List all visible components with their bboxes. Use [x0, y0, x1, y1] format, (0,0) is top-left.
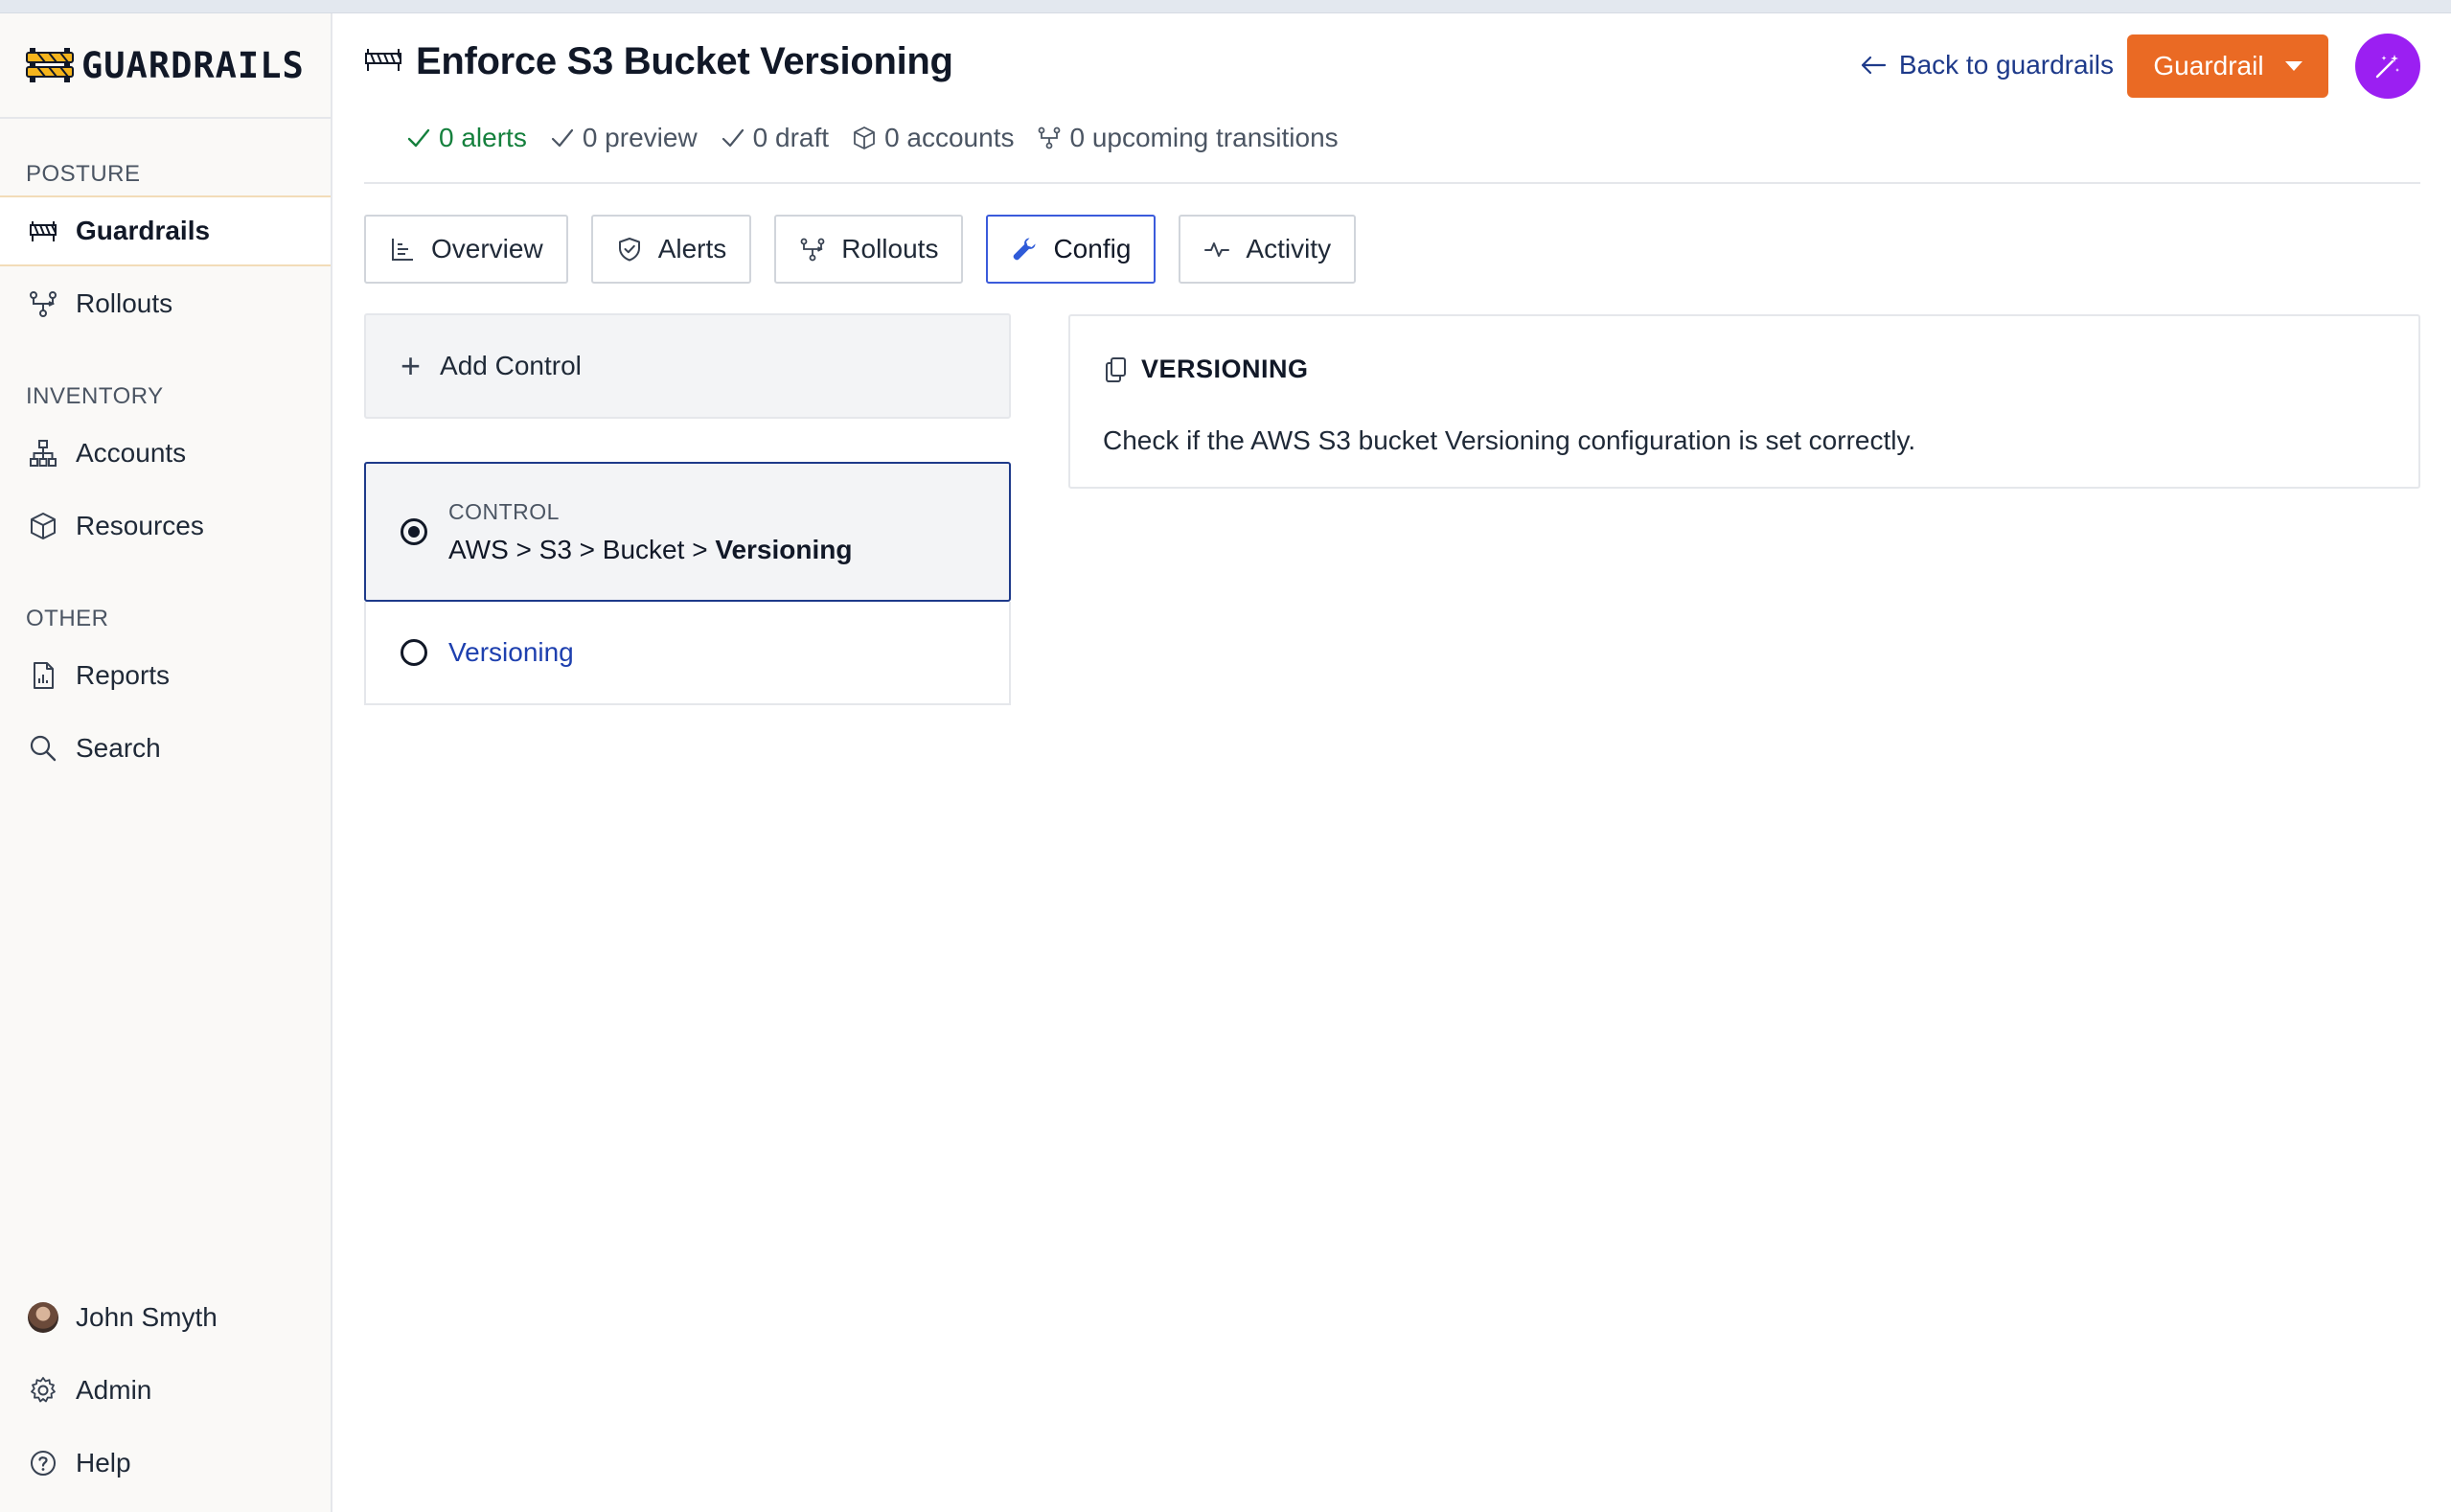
barrier-icon	[26, 214, 60, 248]
header-divider	[364, 182, 2420, 184]
detail-description: Check if the AWS S3 bucket Versioning co…	[1103, 425, 1916, 455]
control-type-label: CONTROL	[448, 498, 560, 524]
sidebar-item-rollouts[interactable]: Rollouts	[0, 268, 331, 339]
tab-rollouts[interactable]: Rollouts	[774, 215, 964, 284]
stat-accounts[interactable]: 0 accounts	[852, 123, 1014, 153]
search-icon	[26, 731, 60, 766]
tab-alerts[interactable]: Alerts	[590, 215, 752, 284]
rollouts-icon	[26, 286, 60, 321]
chart-icon	[392, 239, 413, 261]
sidebar-item-label: Accounts	[76, 438, 187, 468]
sidebar-item-accounts[interactable]: Accounts	[0, 418, 331, 489]
accounts-icon	[26, 436, 60, 470]
stat-alerts-label: 0 alerts	[439, 123, 527, 152]
sidebar-item-admin[interactable]: Admin	[0, 1355, 331, 1426]
stat-draft[interactable]: 0 draft	[721, 123, 829, 153]
page-header: Enforce S3 Bucket Versioning	[364, 40, 953, 83]
radio-empty-icon[interactable]	[401, 639, 427, 666]
control-tree-item-child[interactable]: Versioning	[364, 602, 1011, 705]
versioning-link[interactable]: Versioning	[448, 637, 574, 668]
add-control-button[interactable]: + Add Control	[364, 313, 1011, 419]
sidebar-item-label: Search	[76, 733, 161, 763]
sidebar-item-search[interactable]: Search	[0, 713, 331, 784]
brand-name: GUARDRAILS	[81, 44, 305, 86]
stat-accounts-label: 0 accounts	[884, 123, 1015, 152]
main-content: Enforce S3 Bucket Versioning Back to gua…	[364, 13, 2420, 1512]
magic-wand-icon	[2375, 55, 2399, 79]
radio-selected-icon[interactable]	[401, 518, 427, 545]
stat-transitions-label: 0 upcoming transitions	[1069, 123, 1339, 152]
tab-bar: Overview Alerts Rollouts Config Activity	[364, 215, 1379, 284]
sidebar-item-label: Rollouts	[76, 288, 173, 318]
guardrail-dropdown-button[interactable]: Guardrail	[2127, 34, 2328, 98]
detail-header: VERSIONING	[1103, 355, 1309, 384]
stat-preview-label: 0 preview	[582, 123, 698, 152]
stat-draft-label: 0 draft	[752, 123, 830, 152]
tab-label: Alerts	[657, 234, 727, 263]
cube-icon	[854, 126, 875, 149]
control-detail-panel: VERSIONING Check if the AWS S3 bucket Ve…	[1068, 314, 2420, 489]
sidebar-item-label: Resources	[76, 511, 204, 540]
stat-preview[interactable]: 0 preview	[550, 123, 698, 153]
rollouts-icon	[1039, 126, 1061, 149]
add-control-label: Add Control	[440, 351, 582, 380]
sidebar-item-label: John Smyth	[76, 1302, 218, 1332]
tab-activity[interactable]: Activity	[1179, 215, 1357, 284]
gear-icon	[26, 1373, 60, 1408]
barrier-icon	[364, 46, 402, 78]
stat-transitions[interactable]: 0 upcoming transitions	[1037, 123, 1339, 153]
tab-overview[interactable]: Overview	[364, 215, 568, 284]
sidebar-item-label: Reports	[76, 660, 171, 690]
control-path-prefix: AWS > S3 > Bucket >	[448, 534, 716, 564]
tab-label: Overview	[431, 234, 543, 263]
plus-icon: +	[401, 346, 422, 385]
pulse-icon	[1204, 242, 1230, 257]
back-to-guardrails-link[interactable]: Back to guardrails	[1859, 50, 2114, 80]
tab-config[interactable]: Config	[986, 215, 1157, 284]
section-other: OTHER	[26, 606, 109, 631]
check-icon	[551, 128, 573, 148]
browser-top-strip	[0, 0, 2451, 13]
sidebar-item-label: Admin	[76, 1375, 152, 1405]
check-icon	[407, 128, 430, 148]
control-path-last: Versioning	[715, 534, 853, 564]
check-icon	[722, 128, 744, 148]
brand-logo[interactable]: GUARDRAILS	[0, 13, 331, 119]
tab-label: Config	[1053, 234, 1132, 263]
guardrails-logo-icon	[26, 48, 74, 82]
arrow-left-icon	[1861, 56, 1886, 75]
sidebar-item-help[interactable]: Help	[0, 1428, 331, 1499]
page-title: Enforce S3 Bucket Versioning	[416, 40, 953, 82]
sidebar-item-guardrails[interactable]: Guardrails	[0, 195, 331, 266]
sidebar-item-resources[interactable]: Resources	[0, 491, 331, 561]
guardrail-button-label: Guardrail	[2153, 51, 2264, 80]
cube-icon	[26, 509, 60, 543]
tab-label: Rollouts	[841, 234, 939, 263]
sidebar: GUARDRAILS POSTURE Guardrails Rollouts I…	[0, 13, 332, 1512]
stat-alerts[interactable]: 0 alerts	[406, 123, 527, 153]
avatar	[26, 1300, 60, 1335]
detail-title: VERSIONING	[1141, 355, 1309, 383]
control-tree-item-selected[interactable]: CONTROL AWS > S3 > Bucket > Versioning	[364, 462, 1011, 602]
section-inventory: INVENTORY	[26, 383, 164, 409]
help-icon	[26, 1446, 60, 1480]
caret-down-icon	[2284, 61, 2302, 71]
control-path: AWS > S3 > Bucket > Versioning	[448, 535, 852, 565]
sidebar-item-label: Guardrails	[76, 216, 211, 245]
sidebar-item-label: Help	[76, 1448, 131, 1478]
copy-icon	[1106, 356, 1126, 382]
sidebar-item-user[interactable]: John Smyth	[0, 1282, 331, 1353]
control-tree: CONTROL AWS > S3 > Bucket > Versioning V…	[364, 462, 1011, 705]
tab-label: Activity	[1246, 234, 1332, 263]
rollouts-icon	[800, 238, 825, 262]
report-icon	[26, 658, 60, 693]
ai-assistant-button[interactable]	[2355, 34, 2420, 99]
wrench-icon	[1014, 238, 1036, 261]
sidebar-item-reports[interactable]: Reports	[0, 640, 331, 711]
back-link-label: Back to guardrails	[1898, 50, 2114, 80]
section-posture: POSTURE	[26, 161, 141, 187]
shield-icon	[618, 238, 640, 262]
guardrail-stats: 0 alerts 0 preview 0 draft 0 accounts 0 …	[406, 123, 1362, 153]
